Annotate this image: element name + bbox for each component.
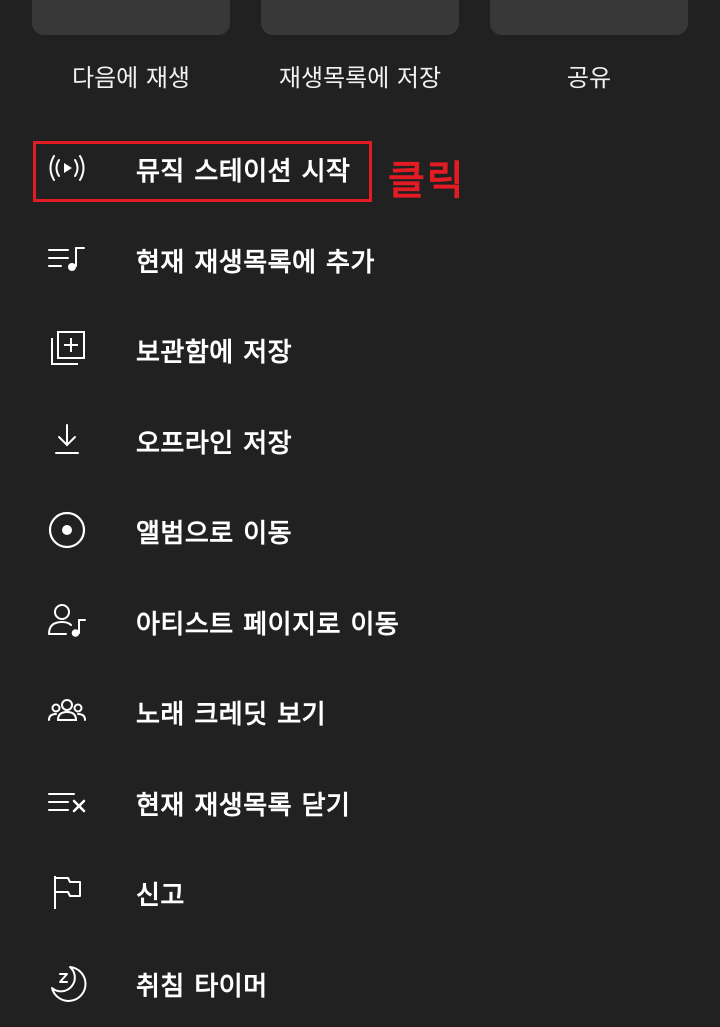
menu-label-add-to-queue: 현재 재생목록에 추가 — [136, 242, 375, 279]
menu-item-save-to-library[interactable]: 보관함에 저장 — [0, 303, 720, 394]
menu-label-go-to-artist: 아티스트 페이지로 이동 — [136, 604, 399, 641]
queue-add-music-icon — [46, 238, 88, 280]
album-icon — [46, 509, 88, 551]
menu-item-view-credits[interactable]: 노래 크레딧 보기 — [0, 665, 720, 756]
menu-item-go-to-artist[interactable]: 아티스트 페이지로 이동 — [0, 575, 720, 666]
menu-item-sleep-timer[interactable]: 취침 타이머 — [0, 937, 720, 1027]
highlight-box — [33, 141, 372, 202]
menu-label-close-queue: 현재 재생목록 닫기 — [136, 785, 350, 822]
save-to-playlist-label[interactable]: 재생목록에 저장 — [245, 58, 475, 93]
menu-item-add-to-queue[interactable]: 현재 재생목록에 추가 — [0, 213, 720, 304]
menu-label-go-to-album: 앨범으로 이동 — [136, 513, 292, 550]
library-add-icon — [46, 328, 88, 370]
artist-icon — [46, 600, 88, 642]
menu-label-report: 신고 — [136, 875, 185, 912]
people-group-icon — [46, 690, 88, 732]
context-menu: 뮤직 스테이션 시작 현재 재생목록에 추가 보관함에 저장 — [0, 122, 720, 1027]
share-label[interactable]: 공유 — [474, 58, 704, 93]
play-next-label[interactable]: 다음에 재생 — [16, 58, 246, 93]
menu-label-sleep-timer: 취침 타이머 — [136, 966, 268, 1003]
download-icon — [46, 419, 88, 461]
menu-item-report[interactable]: 신고 — [0, 846, 720, 937]
menu-label-save-to-library: 보관함에 저장 — [136, 332, 292, 369]
share-tile[interactable] — [490, 0, 688, 35]
menu-item-close-queue[interactable]: 현재 재생목록 닫기 — [0, 756, 720, 847]
flag-icon — [46, 871, 88, 913]
save-to-playlist-tile[interactable] — [261, 0, 459, 35]
top-actions-row: 다음에 재생 재생목록에 저장 공유 — [0, 0, 720, 110]
queue-close-icon — [46, 781, 88, 823]
menu-label-view-credits: 노래 크레딧 보기 — [136, 694, 326, 731]
sleep-timer-icon — [46, 962, 88, 1004]
menu-label-download: 오프라인 저장 — [136, 423, 292, 460]
click-annotation: 클릭 — [388, 148, 466, 206]
play-next-tile[interactable] — [32, 0, 230, 35]
menu-item-go-to-album[interactable]: 앨범으로 이동 — [0, 484, 720, 575]
menu-item-download[interactable]: 오프라인 저장 — [0, 394, 720, 485]
